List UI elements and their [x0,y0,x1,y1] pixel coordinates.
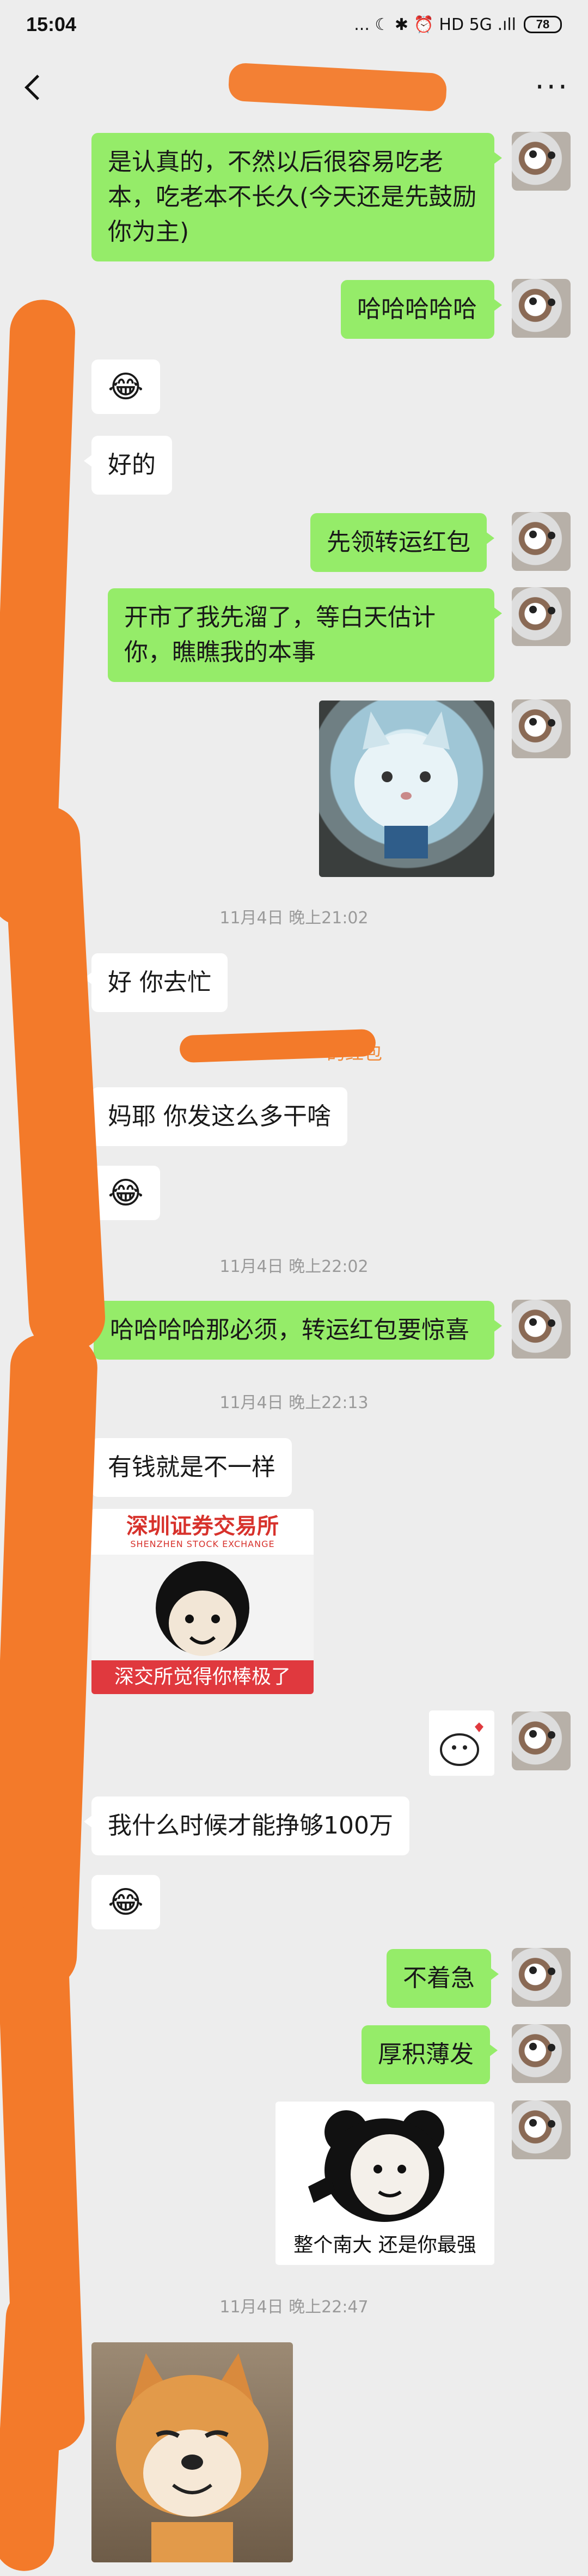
redaction-mark [0,2286,68,2573]
timestamp: 11月4日 晚上21:02 [219,909,369,928]
status-icons: ... ☾ ✱ ⏰ HD 5G .ıll 78 [354,15,562,34]
my-avatar[interactable] [512,699,571,758]
chat-header: ··· [0,54,588,120]
my-avatar[interactable] [512,1712,571,1770]
emoji-message-received[interactable]: 😂 [91,360,160,414]
my-avatar[interactable] [512,1948,571,2007]
shiba-dog-illustration [116,2353,268,2562]
szse-subtitle: SHENZHEN STOCK EXCHANGE [130,1539,275,1549]
message-bubble-sent[interactable]: 哈哈哈哈那必须，转运红包要惊喜 [94,1301,502,1360]
status-indicator-icons: ... ☾ ✱ ⏰ HD 5G .ıll [354,15,516,34]
battery-icon: 78 [524,16,562,33]
timestamp: 11月4日 晚上22:47 [219,2298,369,2317]
status-time: 15:04 [26,13,77,35]
message-bubble-received[interactable]: 有钱就是不一样 [84,1438,292,1497]
meme-face-illustration [156,1561,249,1656]
cute-doodle-illustration [440,1722,483,1766]
message-bubble-sent[interactable]: 厚积薄发 [362,2025,498,2084]
laughing-emoji-icon: 😂 [108,1884,144,1920]
redaction-mark [0,1333,99,1990]
cat-photo-image[interactable] [319,701,494,877]
my-avatar[interactable] [512,2100,571,2159]
message-bubble-sent[interactable]: 先领转运红包 [310,513,494,572]
more-options-icon[interactable]: ··· [535,72,570,102]
chat-title-redacted [228,62,448,112]
message-bubble-sent[interactable]: 是认真的，不然以后很容易吃老本，吃老本不长久(今天还是先鼓励你为主) [91,133,502,261]
message-bubble-received[interactable]: 我什么时候才能挣够100万 [84,1796,409,1855]
laughing-emoji-icon: 😂 [108,1175,144,1211]
back-arrow-icon[interactable] [19,71,51,103]
my-avatar[interactable] [512,587,571,646]
panda-caption: 整个南大 还是你最强 [293,2234,476,2256]
message-bubble-received[interactable]: 好 你去忙 [84,953,228,1012]
cat-illustration [354,711,458,858]
message-bubble-sent[interactable]: 不着急 [387,1949,499,2008]
emoji-message-received[interactable]: 😂 [91,1875,160,1929]
my-avatar[interactable] [512,2024,571,2083]
szse-logo-banner: 深圳证券交易所 SHENZHEN STOCK EXCHANGE [91,1509,314,1555]
laughing-emoji-icon: 😂 [108,369,144,405]
status-bar: 15:04 ... ☾ ✱ ⏰ HD 5G .ıll 78 [0,0,588,49]
message-bubble-received[interactable]: 妈耶 你发这么多干啥 [84,1087,347,1146]
my-avatar[interactable] [512,279,571,338]
shiba-dog-photo-image[interactable] [91,2342,293,2562]
my-avatar[interactable] [512,1300,571,1359]
panda-sticker-image[interactable]: 整个南大 还是你最强 [275,2102,494,2265]
small-sticker-image[interactable] [429,1710,494,1776]
my-avatar[interactable] [512,132,571,191]
my-avatar[interactable] [512,512,571,571]
szse-sticker-image[interactable]: 深圳证券交易所 SHENZHEN STOCK EXCHANGE 深交所觉得你棒极… [91,1509,314,1694]
szse-caption: 深交所觉得你棒极了 [91,1660,314,1694]
message-bubble-received[interactable]: 好的 [84,436,172,495]
message-bubble-sent[interactable]: 开市了我先溜了，等白天估计你，瞧瞧我的本事 [108,588,502,682]
panda-face-illustration [308,2110,444,2222]
message-bubble-sent[interactable]: 哈哈哈哈哈 [341,280,502,339]
szse-title: 深圳证券交易所 [126,1514,279,1539]
emoji-message-received[interactable]: 😂 [91,1166,160,1220]
